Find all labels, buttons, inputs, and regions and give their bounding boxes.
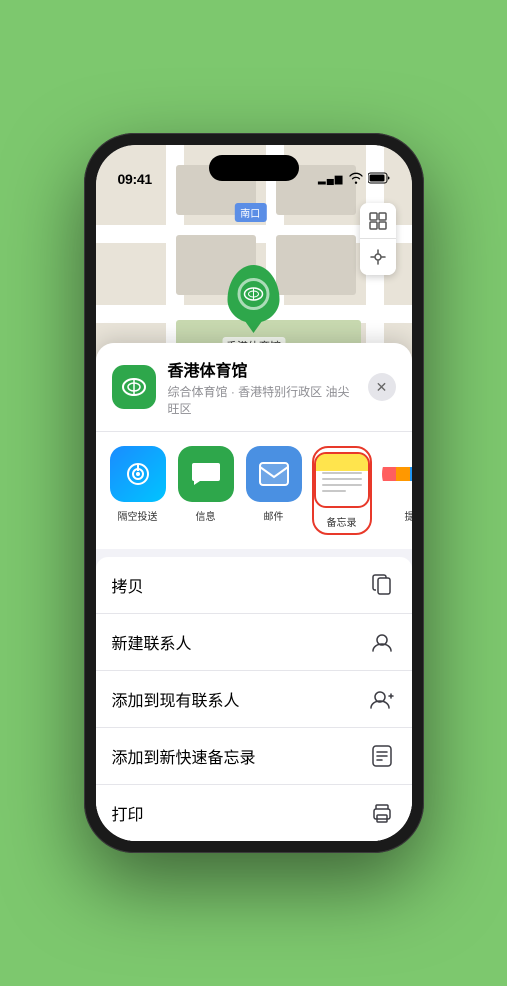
messages-label: 信息	[196, 508, 216, 523]
new-contact-icon	[368, 628, 396, 656]
stadium-icon	[238, 278, 270, 310]
action-new-contact-label: 新建联系人	[112, 630, 192, 654]
bottom-sheet: 香港体育馆 综合体育馆 · 香港特别行政区 油尖旺区 ✕	[96, 343, 412, 841]
location-name: 香港体育馆	[168, 357, 356, 381]
status-time: 09:41	[118, 171, 152, 187]
action-add-contact[interactable]: 添加到现有联系人	[96, 671, 412, 728]
action-copy[interactable]: 拷贝	[96, 557, 412, 614]
messages-icon	[178, 446, 234, 502]
action-add-note-label: 添加到新快速备忘录	[112, 744, 256, 768]
share-app-airdrop[interactable]: 隔空投送	[108, 446, 168, 535]
mail-icon	[246, 446, 302, 502]
more-icon	[382, 446, 412, 502]
phone-screen: 09:41 ▂▄▆	[96, 145, 412, 841]
phone-frame: 09:41 ▂▄▆	[84, 133, 424, 853]
action-print[interactable]: 打印	[96, 785, 412, 841]
copy-icon	[368, 571, 396, 599]
share-apps: 隔空投送 信息	[96, 432, 412, 549]
notes-label: 备忘录	[327, 514, 357, 529]
share-apps-scroll: 隔空投送 信息	[96, 446, 412, 535]
action-print-label: 打印	[112, 801, 144, 825]
battery-icon	[368, 172, 390, 187]
location-button[interactable]	[360, 239, 396, 275]
location-header: 香港体育馆 综合体育馆 · 香港特别行政区 油尖旺区 ✕	[96, 343, 412, 432]
map-controls[interactable]	[360, 203, 396, 275]
action-list: 拷贝 新建联系人	[96, 557, 412, 841]
dynamic-island	[209, 155, 299, 181]
share-app-notes[interactable]: 备忘录	[312, 446, 372, 535]
notes-icon	[314, 452, 370, 508]
more-label: 提	[405, 508, 412, 523]
location-pin: 香港体育馆	[222, 265, 285, 355]
location-address: 综合体育馆 · 香港特别行政区 油尖旺区	[168, 383, 356, 417]
wifi-icon	[349, 172, 363, 187]
map-view-toggle[interactable]	[360, 203, 396, 239]
action-new-contact[interactable]: 新建联系人	[96, 614, 412, 671]
status-icons: ▂▄▆	[318, 172, 389, 187]
action-add-contact-label: 添加到现有联系人	[112, 687, 240, 711]
mail-label: 邮件	[264, 508, 284, 523]
share-app-messages[interactable]: 信息	[176, 446, 236, 535]
action-add-note[interactable]: 添加到新快速备忘录	[96, 728, 412, 785]
location-venue-icon	[112, 365, 156, 409]
add-contact-icon	[368, 685, 396, 713]
print-icon	[368, 799, 396, 827]
close-button[interactable]: ✕	[368, 373, 396, 401]
airdrop-label: 隔空投送	[118, 508, 158, 523]
signal-icon: ▂▄▆	[318, 174, 343, 185]
add-note-icon	[368, 742, 396, 770]
map-label: 南口	[234, 203, 266, 222]
action-copy-label: 拷贝	[112, 573, 144, 597]
location-info: 香港体育馆 综合体育馆 · 香港特别行政区 油尖旺区	[168, 357, 356, 417]
share-app-more[interactable]: 提	[380, 446, 412, 535]
airdrop-icon	[110, 446, 166, 502]
pin-icon	[228, 265, 280, 323]
share-app-mail[interactable]: 邮件	[244, 446, 304, 535]
